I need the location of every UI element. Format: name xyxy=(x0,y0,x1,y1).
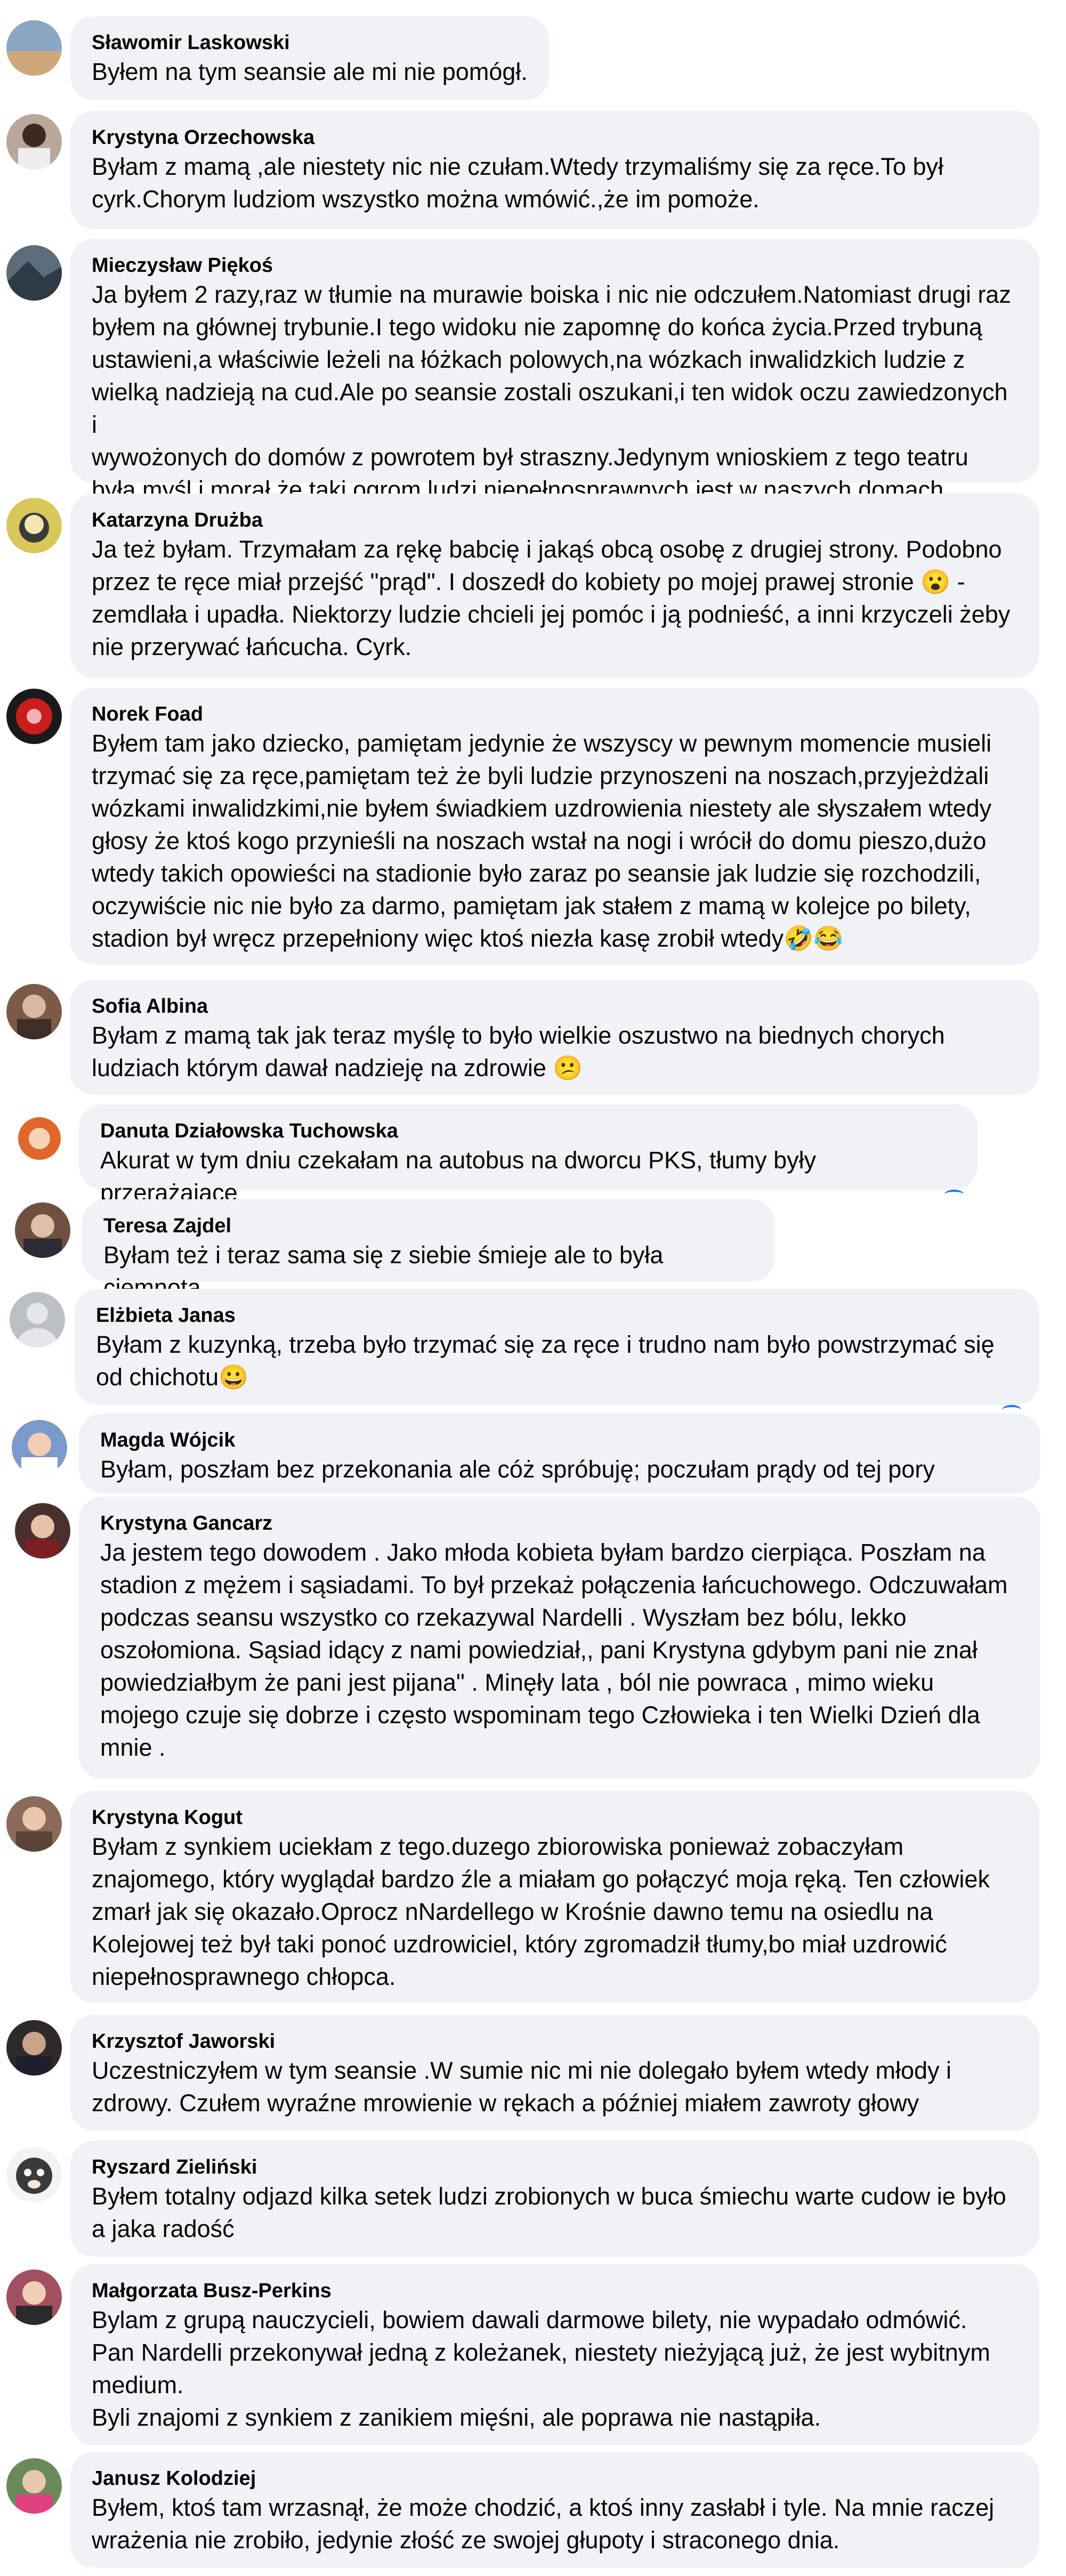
avatar[interactable] xyxy=(15,1503,70,1558)
comment-text-line: powiedziałbym że pani jest pijana" . Min… xyxy=(100,1669,934,1696)
comment-text-line: mnie . xyxy=(100,1734,166,1761)
avatar[interactable] xyxy=(6,245,62,301)
comment-text-line: Byłem na tym seansie ale mi nie pomógł. xyxy=(92,58,528,85)
comment-text-line: Uczestniczyłem w tym seansie .W sumie ni… xyxy=(92,2057,952,2084)
author-name[interactable]: Ryszard Zieliński xyxy=(92,2154,1018,2180)
comment-text-line: Byłem, ktoś tam wrzasnął, że może chodzi… xyxy=(92,2494,995,2521)
comment-text-line: Byłem tam jako dziecko, pamiętam jedynie… xyxy=(92,730,992,757)
comment-text-line: byłem na głównej trybunie.I tego widoku … xyxy=(92,313,982,341)
avatar[interactable] xyxy=(12,1420,67,1475)
avatar[interactable] xyxy=(6,689,62,744)
author-name[interactable]: Mieczysław Piękoś xyxy=(92,253,1018,278)
avatar[interactable] xyxy=(10,1292,65,1347)
author-name[interactable]: Sofia Albina xyxy=(92,994,1018,1019)
comment-text-line: a jaka radość xyxy=(92,2215,235,2242)
comment-bubble: Sofia Albina Byłam z mamą tak jak teraz … xyxy=(70,980,1039,1095)
comment-text-line: stadion z mężem i sąsiadami. To był prze… xyxy=(100,1571,1008,1598)
comment-bubble: Magda Wójcik Byłam, poszłam bez przekona… xyxy=(79,1414,1040,1493)
comment-text-line: cyrk.Chorym ludziom wszystko można wmówi… xyxy=(92,185,760,213)
author-name[interactable]: Krystyna Gancarz xyxy=(100,1511,1019,1536)
author-name[interactable]: Krystyna Orzechowska xyxy=(92,125,1018,150)
comment-text-line: Bylam z grupą nauczycieli, bowiem dawali… xyxy=(92,2306,967,2333)
author-name[interactable]: Janusz Kolodziej xyxy=(92,2466,1018,2491)
avatar[interactable] xyxy=(6,114,62,169)
author-name[interactable]: Danuta Działowska Tuchowska xyxy=(100,1118,956,1144)
comment-bubble: Krystyna Gancarz Ja jestem tego dowodem … xyxy=(79,1497,1040,1779)
comment-bubble: Krystyna Orzechowska Byłam z mamą ,ale n… xyxy=(70,111,1039,229)
avatar[interactable] xyxy=(6,2270,62,2325)
comment-bubble: Elżbieta Janas Byłam z kuzynką, trzeba b… xyxy=(75,1289,1039,1405)
comment-text-line: niepełnosprawnego chłopca. xyxy=(92,1963,396,1990)
comment-text-line: ludziach którym dawał nadzieję na zdrowi… xyxy=(92,1054,583,1081)
comment-text-line: trzymać się za ręce,pamiętam też że byli… xyxy=(92,762,989,789)
comment-text-line: Pan Nardelli przekonywał jedną z koleżan… xyxy=(92,2339,990,2366)
comment-text-line: nie przerywać łańcucha. Cyrk. xyxy=(92,633,412,660)
comment-bubble: Krystyna Kogut Byłam z synkiem uciekłam … xyxy=(70,1791,1039,2003)
comment-text-line: Byłam, poszłam bez przekonania ale cóż s… xyxy=(100,1456,935,1483)
author-name[interactable]: Magda Wójcik xyxy=(100,1427,1019,1453)
reply-line xyxy=(944,1190,964,1199)
comment-text-line: Byłam z kuzynką, trzeba było trzymać się… xyxy=(96,1331,995,1358)
comment-text-line: zemdlała i upadła. Niektorzy ludzie chci… xyxy=(92,601,1011,628)
author-name[interactable]: Norek Foad xyxy=(92,701,1018,727)
comment-text-line: oszołomiona. Sąsiad idący z nami powiedz… xyxy=(100,1636,978,1664)
comment-text-line: Ja też byłam. Trzymałam za rękę babcię i… xyxy=(92,536,1002,563)
comment-bubble: Małgorzata Busz-Perkins Bylam z grupą na… xyxy=(70,2264,1039,2445)
avatar[interactable] xyxy=(6,2147,62,2202)
comment-text-line: wywożonych do domów z powrotem był stras… xyxy=(92,443,968,471)
comment-text-line: wózkami inwalidzkimi,nie byłem świadkiem… xyxy=(92,795,992,822)
comment-text-line: stadion był wręcz przepełniony więc ktoś… xyxy=(92,925,844,952)
comment-text-line: znajomego, który wyglądał bardzo źle a m… xyxy=(92,1866,990,1893)
comment-text-line: mojego czuje się dobrze i często wspomin… xyxy=(100,1701,980,1729)
comment-text-line: ustawieni,a właściwie leżeli na łóżkach … xyxy=(92,346,965,373)
comment-bubble: Krzysztof Jaworski Uczestniczyłem w tym … xyxy=(70,2015,1039,2131)
avatar[interactable] xyxy=(6,2458,62,2514)
avatar[interactable] xyxy=(15,1202,70,1258)
comment-text-line: wrażenia nie zrobiło, jedynie złość ze s… xyxy=(92,2526,840,2554)
author-name[interactable]: Małgorzata Busz-Perkins xyxy=(92,2278,1018,2304)
avatar[interactable] xyxy=(6,2020,62,2076)
avatar[interactable] xyxy=(6,20,62,76)
comment-text-line: zdrowy. Czułem wyraźne mrowienie w rękac… xyxy=(92,2089,919,2117)
avatar[interactable] xyxy=(6,984,62,1039)
comment-bubble: Sławomir Laskowski Byłem na tym seansie … xyxy=(70,16,549,100)
comment-bubble: Mieczysław Piękoś Ja byłem 2 razy,raz w … xyxy=(70,239,1039,503)
comment-bubble: Teresa Zajdel Byłam też i teraz sama się… xyxy=(82,1199,775,1301)
avatar[interactable] xyxy=(6,498,62,553)
comment-text-line: głosy że ktoś kogo przynieśli na noszach… xyxy=(92,827,987,854)
author-name[interactable]: Katarzyna Drużba xyxy=(92,507,1018,533)
avatar[interactable] xyxy=(12,1111,67,1166)
comment-text-line: Byłam z synkiem uciekłam z tego.duzego z… xyxy=(92,1833,904,1860)
author-name[interactable]: Krzysztof Jaworski xyxy=(92,2029,1018,2054)
author-name[interactable]: Teresa Zajdel xyxy=(103,1213,754,1239)
comment-text-line: Byłam z mamą tak jak teraz myślę to było… xyxy=(92,1022,945,1049)
comment-text-line: Ja byłem 2 razy,raz w tłumie na murawie … xyxy=(92,281,1011,308)
comment-text-line: medium. xyxy=(92,2371,184,2399)
comment-text-line: podczas seansu wszystko co rzekazywal Na… xyxy=(100,1604,907,1631)
comment-bubble: Danuta Działowska Tuchowska Akurat w tym… xyxy=(79,1104,978,1206)
author-name[interactable]: Sławomir Laskowski xyxy=(92,30,528,55)
comment-bubble: Janusz Kolodziej Byłem, ktoś tam wrzasną… xyxy=(70,2452,1039,2568)
author-name[interactable]: Elżbieta Janas xyxy=(96,1303,1018,1328)
comment-bubble: Katarzyna Drużba Ja też byłam. Trzymałam… xyxy=(70,494,1039,678)
comment-text-line: Byli znajomi z synkiem z zanikiem mięśni… xyxy=(92,2404,821,2431)
comment-text-line: od chichotu😀 xyxy=(96,1363,249,1391)
comment-text-line: Ja jestem tego dowodem . Jako młoda kobi… xyxy=(100,1539,986,1566)
author-name[interactable]: Krystyna Kogut xyxy=(92,1805,1018,1830)
comment-text-line: zmarł jak się okazało.Oprocz nNardellego… xyxy=(92,1898,933,1925)
comment-bubble: Ryszard Zieliński Byłem totalny odjazd k… xyxy=(70,2141,1039,2257)
comment-text-line: Byłam z mamą ,ale niestety nic nie czuła… xyxy=(92,153,943,180)
comment-text-line: przez te ręce miał przejść "prąd". I dos… xyxy=(92,568,965,595)
comment-text-line: wielką nadzieją na cud.Ale po seansie zo… xyxy=(92,378,1014,438)
comment-bubble: Norek Foad Byłem tam jako dziecko, pamię… xyxy=(70,688,1039,965)
comment-text-line: Kolejowej też był taki ponoć uzdrowiciel… xyxy=(92,1931,947,1958)
comment-text-line: wtedy takich opowieści na stadionie było… xyxy=(92,860,981,887)
avatar[interactable] xyxy=(6,1796,62,1852)
comment-text-line: Byłem totalny odjazd kilka setek ludzi z… xyxy=(92,2183,1006,2210)
comment-text-line: oczywiście nic nie było za darmo, pamięt… xyxy=(92,892,971,919)
